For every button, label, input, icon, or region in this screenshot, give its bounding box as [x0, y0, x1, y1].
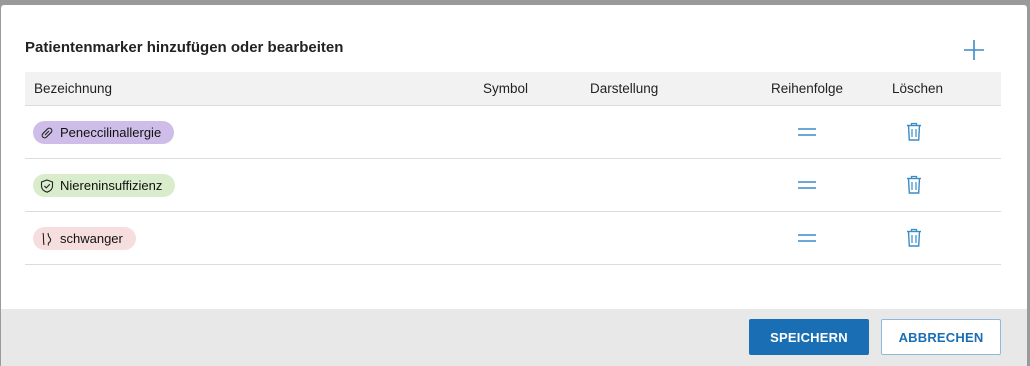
header-name: Bezeichnung	[34, 81, 113, 96]
table-row: Niereninsuffizienz	[25, 159, 1001, 212]
header-display: Darstellung	[590, 81, 659, 96]
marker-tag-peneccilinallergie[interactable]: Peneccilinallergie	[33, 121, 175, 144]
pill-icon	[41, 127, 53, 138]
table-row: schwanger	[25, 212, 1001, 265]
patient-marker-dialog: Patientenmarker hinzufügen oder bearbeit…	[1, 5, 1027, 366]
reorder-icon[interactable]	[798, 124, 816, 140]
shield-check-icon	[40, 178, 54, 193]
trash-icon[interactable]	[906, 122, 922, 141]
cancel-button[interactable]: ABBRECHEN	[881, 319, 1001, 355]
marker-tag-niereninsuffizienz[interactable]: Niereninsuffizienz	[33, 174, 176, 197]
save-button[interactable]: SPEICHERN	[749, 319, 869, 355]
reorder-icon[interactable]	[798, 177, 816, 193]
trash-icon[interactable]	[906, 228, 922, 247]
header-delete: Löschen	[892, 81, 944, 96]
reorder-icon[interactable]	[798, 230, 816, 246]
marker-label: Niereninsuffizienz	[60, 178, 163, 193]
dialog-footer: SPEICHERN ABBRECHEN	[1, 309, 1027, 366]
table-row: Peneccilinallergie	[25, 106, 1001, 159]
header-symbol: Symbol	[483, 81, 529, 96]
table-header: Bezeichnung Symbol Darstellung Reihenfol…	[25, 72, 1001, 106]
marker-label: Peneccilinallergie	[60, 125, 162, 140]
add-icon[interactable]	[963, 39, 985, 61]
marker-tag-schwanger[interactable]: schwanger	[33, 227, 136, 250]
dialog-title: Patientenmarker hinzufügen oder bearbeit…	[25, 39, 344, 56]
pregnant-icon	[42, 232, 52, 246]
marker-table: Bezeichnung Symbol Darstellung Reihenfol…	[25, 72, 1001, 265]
trash-icon[interactable]	[906, 175, 922, 194]
header-order: Reihenfolge	[771, 81, 844, 96]
marker-label: schwanger	[60, 231, 123, 246]
